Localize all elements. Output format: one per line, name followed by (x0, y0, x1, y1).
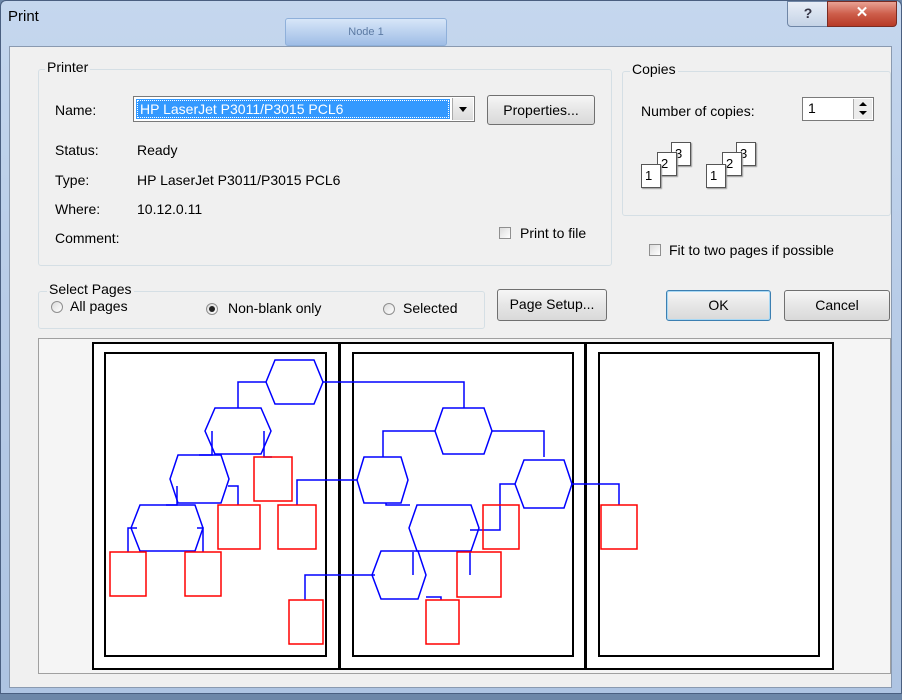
leaf-box (217, 504, 261, 550)
node-hexagon (204, 407, 272, 455)
leaf-box (482, 504, 520, 550)
connector (237, 381, 266, 408)
node-hexagon (514, 459, 573, 509)
connector (499, 483, 515, 505)
leaf-box (184, 551, 222, 597)
node-hexagon (434, 407, 493, 455)
node-hexagon (130, 504, 204, 552)
connector (296, 479, 357, 505)
leaf-box (288, 599, 324, 645)
connector (470, 505, 501, 531)
node-hexagon (408, 504, 480, 552)
connector (228, 485, 239, 505)
leaf-box (277, 504, 317, 550)
node-hexagon (169, 454, 230, 504)
org-chart-diagram (109, 359, 638, 645)
connector-lines (127, 381, 620, 600)
connector (304, 574, 375, 600)
connector (571, 483, 620, 505)
node-hexagon (265, 359, 324, 405)
leaf-box (109, 551, 147, 597)
node-hexagon (371, 550, 427, 600)
leaf-box (253, 456, 293, 502)
leaf-box (600, 504, 638, 550)
connector (492, 430, 545, 457)
leaf-box (425, 599, 460, 645)
connector (382, 430, 435, 457)
connector (323, 381, 465, 408)
leaf-box (456, 551, 502, 598)
node-hexagon (356, 456, 409, 504)
